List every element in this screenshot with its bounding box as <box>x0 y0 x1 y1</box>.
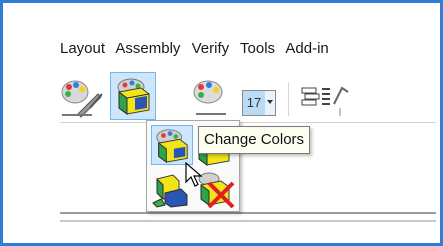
edit-colors-icon[interactable] <box>60 78 104 118</box>
tooltip: Change Colors <box>198 126 311 154</box>
toolbar: 17 <box>60 72 440 123</box>
color-index-spinner[interactable]: 17 <box>242 90 276 116</box>
partial-icon[interactable] <box>330 78 354 118</box>
color-index-value[interactable]: 17 <box>243 91 265 115</box>
toolbar-divider <box>288 82 289 116</box>
menu-assembly[interactable]: Assembly <box>115 40 180 57</box>
palette-icon[interactable] <box>188 78 232 118</box>
menu-tools[interactable]: Tools <box>240 40 275 57</box>
change-colors-button[interactable] <box>110 72 156 120</box>
flyout-item-change-colors[interactable] <box>151 125 193 165</box>
change-colors-icon <box>156 129 188 164</box>
menu-bar: Layout Assembly Verify Tools Add-in <box>60 40 336 60</box>
menu-verify[interactable]: Verify <box>192 40 230 57</box>
panel-lines <box>60 212 436 222</box>
toolbar-bottom-line <box>60 122 436 123</box>
menu-layout[interactable]: Layout <box>60 40 105 57</box>
mouse-pointer-icon <box>185 162 203 187</box>
menu-add-in[interactable]: Add-in <box>285 40 328 57</box>
change-colors-icon <box>117 78 150 115</box>
chevron-down-icon[interactable] <box>267 100 273 104</box>
